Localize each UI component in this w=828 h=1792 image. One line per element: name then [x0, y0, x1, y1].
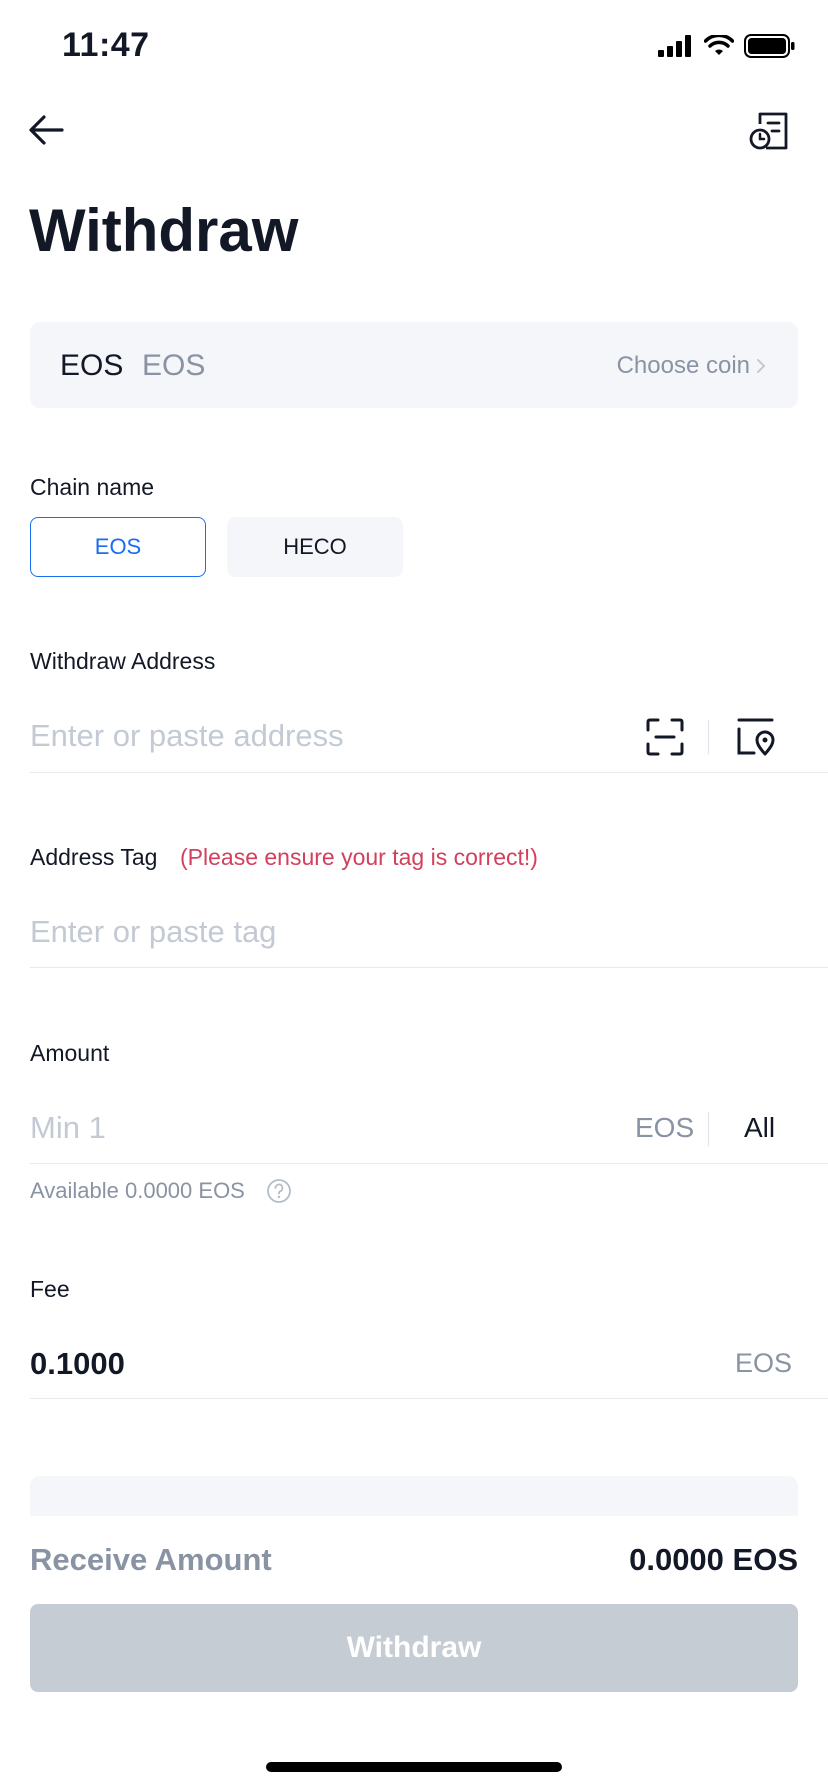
- home-indicator: [266, 1762, 562, 1772]
- coin-name: EOS: [142, 349, 206, 382]
- address-tag-label: Address Tag: [30, 844, 158, 870]
- withdraw-history-icon[interactable]: [748, 110, 790, 152]
- address-tag-input[interactable]: Enter or paste tag: [30, 914, 276, 950]
- amount-label: Amount: [30, 1040, 110, 1066]
- withdraw-button[interactable]: Withdraw: [30, 1604, 798, 1692]
- chevron-right-icon: [757, 359, 766, 373]
- tag-divider: [30, 967, 828, 968]
- battery-icon: [744, 34, 795, 58]
- fee-divider: [30, 1398, 828, 1399]
- receive-amount-label: Receive Amount: [30, 1542, 272, 1577]
- back-arrow-icon[interactable]: [26, 110, 66, 150]
- wifi-icon: [704, 35, 734, 55]
- fee-value: 0.1000: [30, 1346, 125, 1381]
- amount-unit: EOS: [635, 1112, 695, 1143]
- chain-option-eos[interactable]: EOS: [30, 517, 206, 577]
- address-book-icon[interactable]: [736, 716, 776, 761]
- all-button[interactable]: All: [744, 1112, 775, 1144]
- amount-divider: [30, 1163, 828, 1164]
- amount-input[interactable]: Min 1: [30, 1110, 106, 1146]
- address-separator: [708, 720, 709, 754]
- status-time: 11:47: [62, 26, 150, 64]
- withdraw-address-input[interactable]: Enter or paste address: [30, 718, 344, 754]
- chain-option-heco[interactable]: HECO: [227, 517, 403, 577]
- tag-warning: (Please ensure your tag is correct!): [180, 844, 538, 870]
- address-divider: [30, 772, 828, 773]
- available-balance: Available 0.0000 EOS: [30, 1178, 245, 1203]
- help-icon[interactable]: [266, 1178, 292, 1209]
- fee-unit: EOS: [735, 1348, 793, 1378]
- scan-qr-icon[interactable]: [646, 718, 684, 761]
- coin-selector[interactable]: EOS EOS Choose coin: [30, 322, 798, 408]
- choose-coin-label: Choose coin: [616, 352, 750, 379]
- fee-label: Fee: [30, 1276, 70, 1302]
- coin-code: EOS: [60, 349, 124, 382]
- receive-amount-value: 0.0000 EOS: [629, 1542, 798, 1577]
- amount-separator: [708, 1112, 709, 1146]
- bottom-panel: [30, 1476, 798, 1516]
- page-title: Withdraw: [29, 197, 299, 264]
- chain-name-label: Chain name: [30, 474, 155, 500]
- choose-coin-link[interactable]: Choose coin: [617, 352, 766, 380]
- signal-icon: [658, 35, 691, 57]
- withdraw-address-label: Withdraw Address: [30, 648, 216, 674]
- status-icons: [658, 34, 796, 58]
